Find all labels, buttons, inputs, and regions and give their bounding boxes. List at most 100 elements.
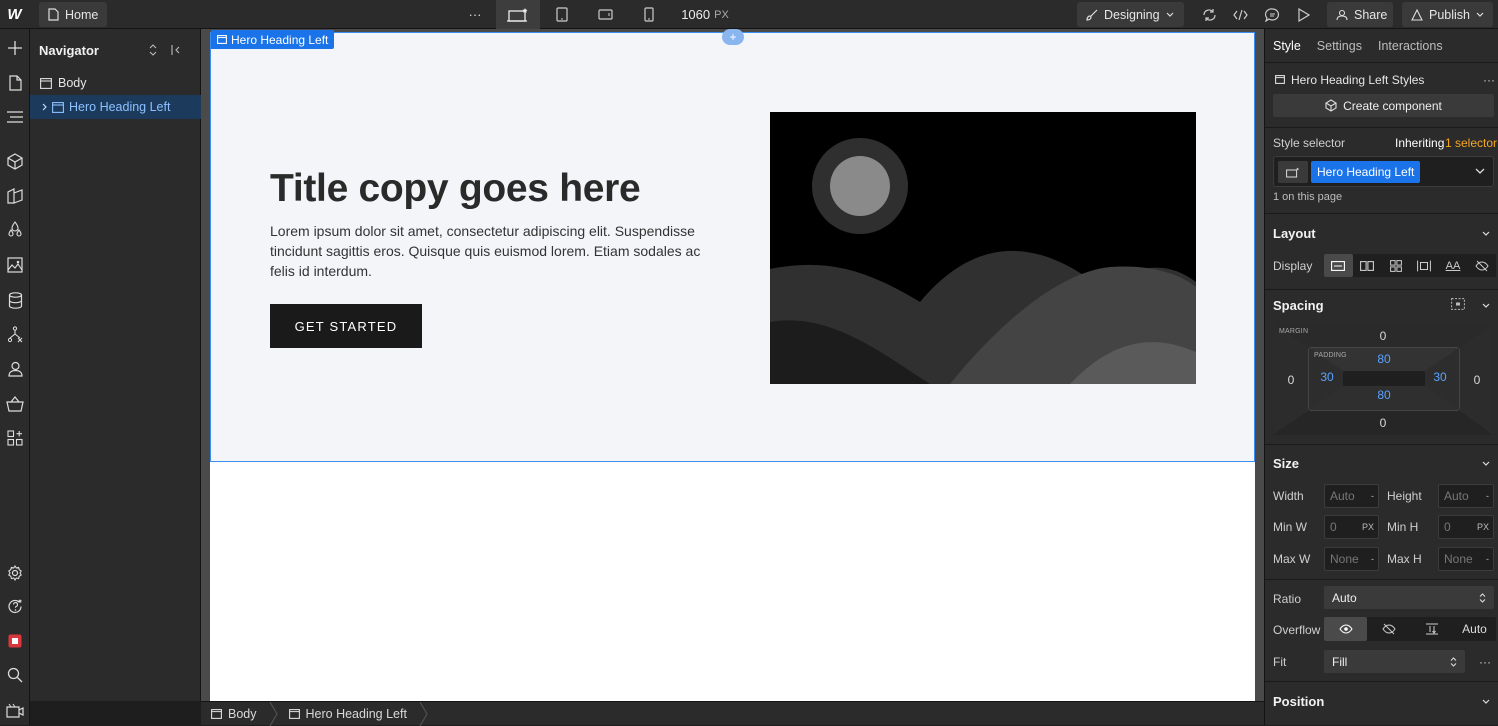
expand-collapse-icon[interactable] bbox=[149, 44, 157, 56]
inheriting-count-link[interactable]: 1 selector bbox=[1445, 136, 1497, 150]
height-input[interactable]: Auto - bbox=[1438, 484, 1494, 508]
share-button[interactable]: Share bbox=[1327, 2, 1393, 27]
display-block-option[interactable] bbox=[1324, 254, 1353, 277]
create-component-button[interactable]: Create component bbox=[1273, 94, 1494, 117]
navigator-item-body[interactable]: Body bbox=[30, 71, 201, 95]
max-width-input[interactable]: None - bbox=[1324, 547, 1379, 571]
hero-heading-left-section[interactable]: Hero Heading Left + Title copy goes here… bbox=[210, 29, 1255, 462]
spacing-mode-icon[interactable] bbox=[1451, 298, 1465, 310]
display-flex-option[interactable] bbox=[1353, 254, 1382, 277]
chevron-down-icon[interactable] bbox=[1482, 699, 1490, 704]
padding-bottom-value[interactable]: 80 bbox=[1369, 388, 1399, 402]
selector-state-button[interactable] bbox=[1278, 161, 1308, 183]
add-elements-button[interactable] bbox=[0, 33, 30, 63]
overflow-visible-option[interactable] bbox=[1324, 617, 1367, 641]
margin-bottom-value[interactable]: 0 bbox=[1368, 416, 1398, 430]
max-height-input[interactable]: None - bbox=[1438, 547, 1494, 571]
overflow-scroll-option[interactable] bbox=[1410, 617, 1453, 641]
styles-button[interactable] bbox=[0, 181, 30, 211]
get-started-button[interactable]: GET STARTED bbox=[270, 304, 422, 348]
chevron-down-icon[interactable] bbox=[1482, 231, 1490, 236]
max-height-unit[interactable]: - bbox=[1486, 554, 1489, 564]
assets-button[interactable] bbox=[0, 250, 30, 280]
apps-button[interactable] bbox=[0, 423, 30, 453]
preview-button[interactable] bbox=[1294, 0, 1314, 29]
tab-interactions[interactable]: Interactions bbox=[1370, 29, 1451, 63]
users-button[interactable] bbox=[0, 354, 30, 384]
home-button[interactable]: Home bbox=[39, 2, 108, 27]
webflow-logo[interactable]: W bbox=[0, 0, 29, 29]
selected-element-tag[interactable]: Hero Heading Left bbox=[211, 30, 335, 49]
hero-paragraph[interactable]: Lorem ipsum dolor sit amet, consectetur … bbox=[270, 221, 710, 281]
min-height-input[interactable]: 0 PX bbox=[1438, 515, 1494, 539]
tab-style[interactable]: Style bbox=[1265, 29, 1309, 63]
more-options-button[interactable]: ··· bbox=[464, 0, 486, 29]
height-unit[interactable]: - bbox=[1486, 491, 1489, 501]
fit-more-button[interactable]: ··· bbox=[1479, 655, 1491, 669]
comments-button[interactable] bbox=[1262, 0, 1282, 29]
help-button[interactable] bbox=[0, 591, 30, 621]
display-inline-block-option[interactable] bbox=[1410, 254, 1439, 277]
navigator-button[interactable] bbox=[0, 102, 30, 132]
breadcrumb-item-body[interactable]: Body bbox=[201, 702, 269, 726]
padding-top-value[interactable]: 80 bbox=[1369, 352, 1399, 366]
styles-more-button[interactable]: ··· bbox=[1483, 73, 1495, 87]
style-selector-field[interactable]: Hero Heading Left bbox=[1273, 156, 1494, 187]
width-unit[interactable]: - bbox=[1371, 491, 1374, 501]
ecommerce-button[interactable] bbox=[0, 389, 30, 419]
settings-button[interactable] bbox=[0, 558, 30, 588]
overflow-auto-option[interactable]: Auto bbox=[1453, 617, 1496, 641]
publish-button[interactable]: Publish bbox=[1402, 2, 1493, 27]
pages-button[interactable] bbox=[0, 68, 30, 98]
collapse-panel-icon[interactable] bbox=[171, 44, 181, 56]
min-height-unit[interactable]: PX bbox=[1477, 522, 1489, 532]
padding-left-value[interactable]: 30 bbox=[1312, 370, 1342, 384]
chevron-down-icon[interactable] bbox=[1482, 461, 1490, 466]
breadcrumb-item-hero-heading-left[interactable]: Hero Heading Left bbox=[279, 702, 419, 726]
canvas-width-readout[interactable]: 1060 PX bbox=[680, 0, 730, 29]
search-button[interactable] bbox=[0, 660, 30, 690]
max-width-unit[interactable]: - bbox=[1371, 554, 1374, 564]
logic-button[interactable] bbox=[0, 319, 30, 349]
fit-select[interactable]: Fill bbox=[1324, 650, 1465, 673]
components-button[interactable] bbox=[0, 146, 30, 176]
position-section-title[interactable]: Position bbox=[1273, 694, 1324, 709]
video-tutorials-button[interactable] bbox=[0, 695, 30, 725]
spacing-section-title[interactable]: Spacing bbox=[1273, 298, 1324, 313]
mobile-portrait-button[interactable] bbox=[637, 0, 661, 29]
layout-section-title[interactable]: Layout bbox=[1273, 226, 1316, 241]
ratio-select[interactable]: Auto bbox=[1324, 586, 1494, 609]
add-section-handle[interactable]: + bbox=[722, 29, 744, 45]
chevron-down-icon[interactable] bbox=[1475, 168, 1485, 174]
code-button[interactable] bbox=[1230, 0, 1250, 29]
mobile-landscape-button[interactable] bbox=[593, 0, 617, 29]
hero-placeholder-image[interactable] bbox=[770, 112, 1196, 384]
cms-button[interactable] bbox=[0, 285, 30, 315]
chevron-down-icon[interactable] bbox=[1482, 303, 1490, 308]
canvas-page[interactable]: Hero Heading Left + Title copy goes here… bbox=[210, 29, 1255, 701]
breadcrumb-label: Body bbox=[228, 706, 257, 721]
padding-right-value[interactable]: 30 bbox=[1425, 370, 1455, 384]
chevron-right-icon[interactable] bbox=[42, 103, 47, 111]
min-width-unit[interactable]: PX bbox=[1362, 522, 1374, 532]
display-none-option[interactable] bbox=[1467, 254, 1496, 277]
selector-chip[interactable]: Hero Heading Left bbox=[1311, 161, 1421, 183]
navigator-item-hero-heading-left[interactable]: Hero Heading Left bbox=[30, 95, 201, 119]
record-button[interactable] bbox=[0, 626, 30, 656]
margin-left-value[interactable]: 0 bbox=[1276, 373, 1306, 387]
hero-title[interactable]: Title copy goes here bbox=[270, 167, 641, 211]
tablet-breakpoint-button[interactable] bbox=[550, 0, 574, 29]
size-section-title[interactable]: Size bbox=[1273, 456, 1299, 471]
designing-mode-dropdown[interactable]: Designing bbox=[1077, 2, 1184, 27]
tab-settings[interactable]: Settings bbox=[1309, 29, 1370, 63]
desktop-breakpoint-button[interactable] bbox=[496, 0, 540, 29]
margin-right-value[interactable]: 0 bbox=[1462, 373, 1492, 387]
width-input[interactable]: Auto - bbox=[1324, 484, 1379, 508]
display-grid-option[interactable] bbox=[1381, 254, 1410, 277]
sync-button[interactable] bbox=[1199, 0, 1219, 29]
min-width-input[interactable]: 0 PX bbox=[1324, 515, 1379, 539]
variables-button[interactable] bbox=[0, 215, 30, 245]
display-inline-option[interactable]: AA bbox=[1439, 254, 1468, 277]
margin-top-value[interactable]: 0 bbox=[1368, 329, 1398, 343]
overflow-hidden-option[interactable] bbox=[1367, 617, 1410, 641]
